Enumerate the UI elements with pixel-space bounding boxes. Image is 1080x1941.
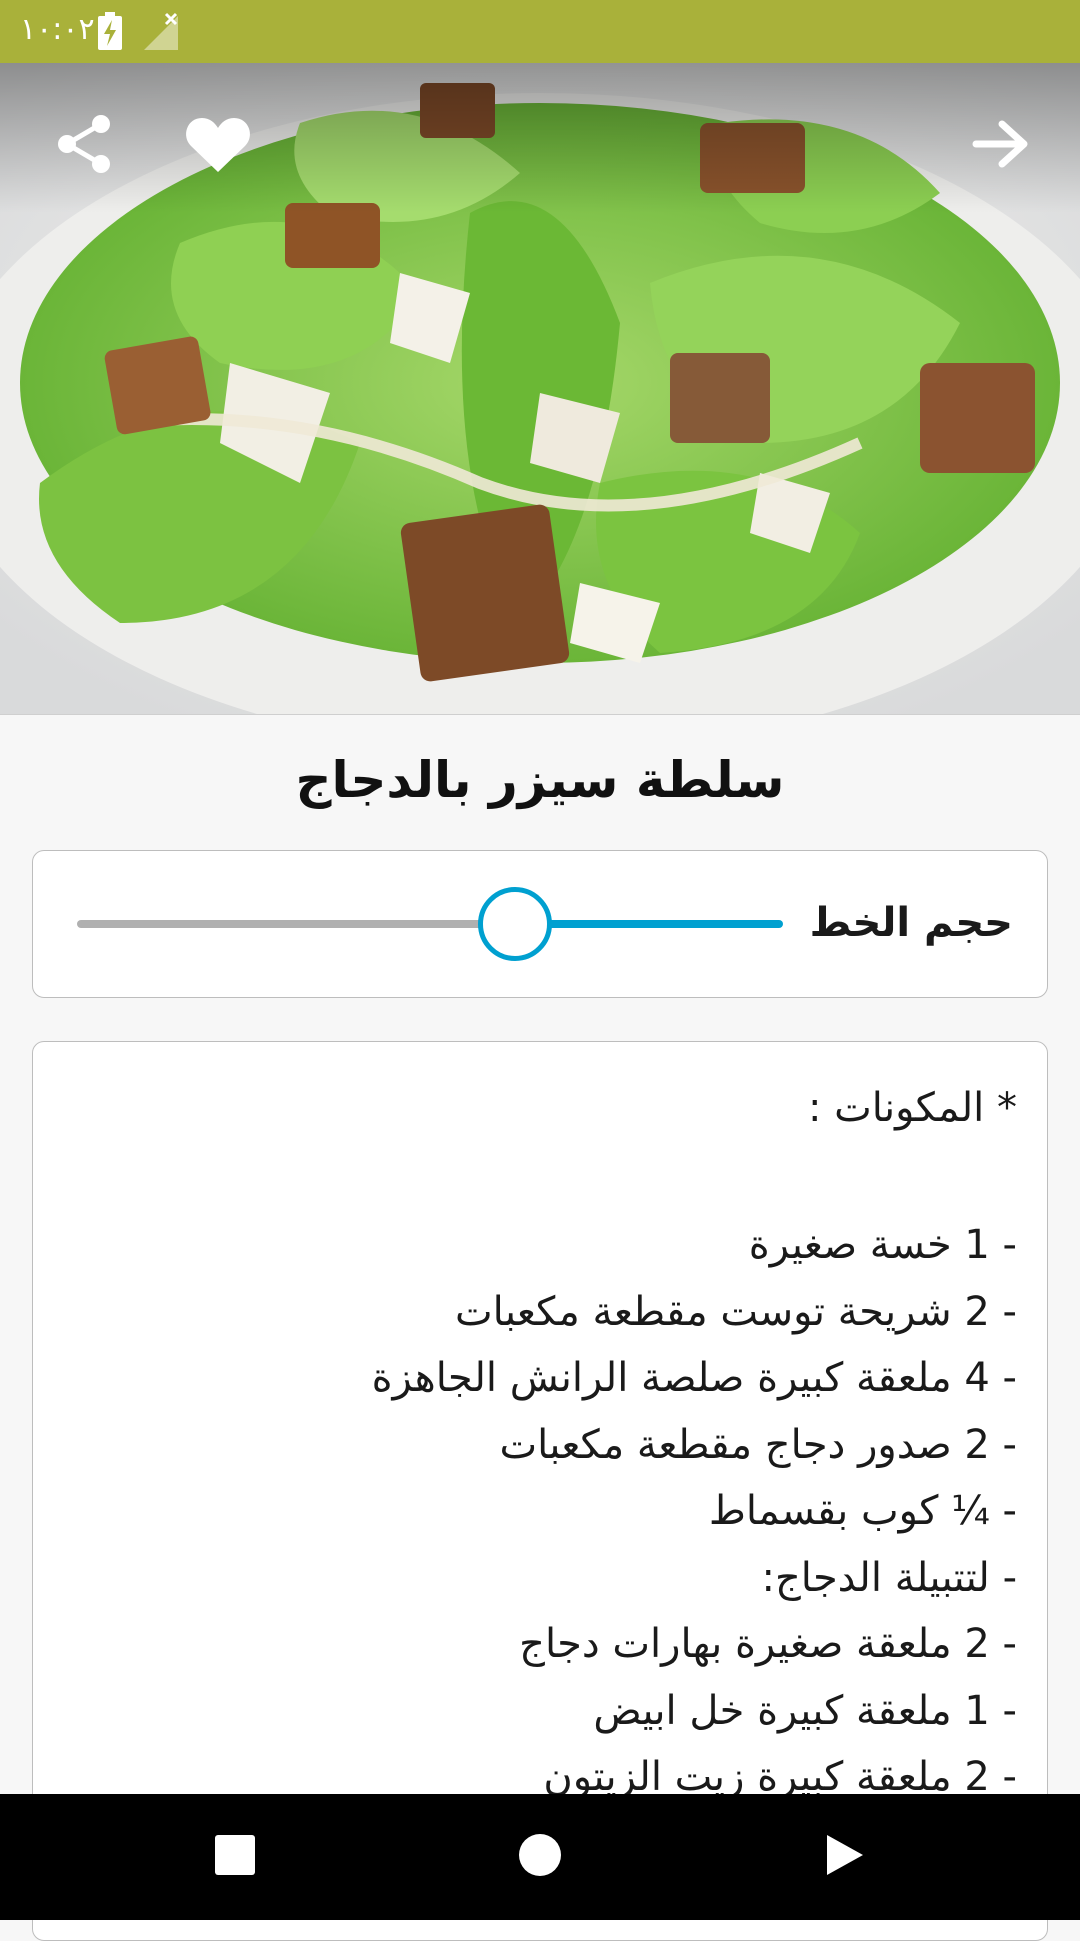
recents-button[interactable]: [200, 1822, 270, 1892]
share-icon: [53, 112, 117, 180]
status-time: ١٠:٠٢: [20, 12, 95, 47]
list-item: - 1 ملعقة كبيرة خل ابيض: [593, 1687, 1017, 1734]
font-size-slider[interactable]: [77, 887, 783, 963]
list-item: - 4 ملعقة كبيرة صلصة الرانش الجاهزة: [371, 1355, 1017, 1401]
heart-icon: [185, 114, 251, 178]
ingredients-heading: * المكونات :: [807, 1085, 1017, 1131]
battery-charging-icon: [98, 12, 122, 50]
home-button[interactable]: [505, 1822, 575, 1892]
font-size-label: حجم الخط: [809, 900, 1013, 946]
triangle-back-icon: [825, 1833, 865, 1881]
navigation-bar: [0, 1794, 1080, 1920]
list-item: - 1 خسة صغيرة: [748, 1222, 1017, 1268]
system-back-button[interactable]: [810, 1822, 880, 1892]
slider-track-active: [515, 920, 783, 928]
recipe-title: سلطة سيزر بالدجاج: [295, 751, 785, 809]
hero-top-shade: [0, 63, 1080, 213]
ingredients-list: - 1 خسة صغيرة - 2 شريحة توست مقطعة مكعبا…: [372, 1212, 1017, 1811]
square-icon: [214, 1834, 256, 1880]
list-item: - لتتبيلة الدجاج:: [761, 1554, 1017, 1601]
font-size-card: حجم الخط: [32, 850, 1048, 998]
recipe-hero-image: [0, 63, 1080, 715]
favorite-button[interactable]: [175, 103, 261, 189]
slider-thumb[interactable]: [478, 887, 552, 961]
list-item: - ¼ كوب بقسماط: [708, 1488, 1017, 1534]
circle-icon: [518, 1833, 562, 1881]
list-item: - 2 صدور دجاج مقطعة مكعبات: [499, 1421, 1017, 1468]
status-bar: ١٠:٠٢: [0, 0, 1080, 63]
list-item: - 2 ملعقة صغيرة بهارات دجاج: [519, 1621, 1017, 1667]
slider-track-inactive: [77, 920, 515, 928]
back-button[interactable]: [958, 103, 1044, 189]
list-item: - 2 شريحة توست مقطعة مكعبات: [455, 1288, 1017, 1335]
share-button[interactable]: [42, 103, 128, 189]
no-signal-icon: [142, 12, 184, 50]
arrow-right-icon: [972, 118, 1030, 174]
